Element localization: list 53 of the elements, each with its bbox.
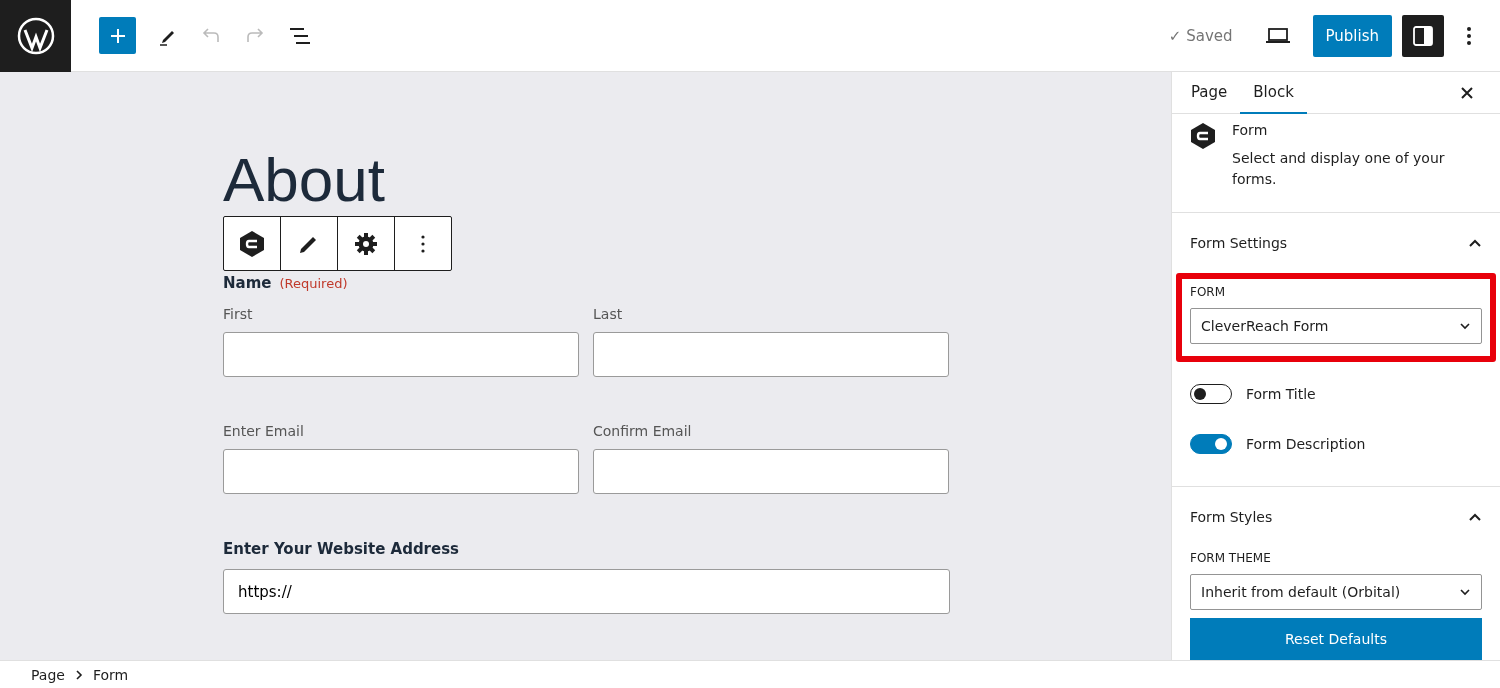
settings-toggle-button[interactable] (1402, 14, 1444, 57)
more-options-icon[interactable] (1466, 25, 1472, 46)
select-label: FORM THEME (1190, 551, 1272, 565)
panel-title: Form Settings (1190, 235, 1288, 251)
more-options-icon[interactable] (421, 234, 425, 253)
toggle-switch[interactable] (1190, 434, 1232, 454)
toggle-switch[interactable] (1190, 384, 1232, 404)
chevron-icon[interactable] (1468, 238, 1482, 248)
toggle-label: Form Description (1246, 436, 1366, 452)
close-icon[interactable] (1460, 85, 1474, 100)
input-field[interactable] (223, 332, 579, 377)
wordpress-logo-icon (16, 17, 55, 55)
panel-header[interactable]: Form Styles (1190, 487, 1482, 547)
theme-select[interactable]: Inherit from default (Orbital) (1190, 574, 1482, 610)
field-label: Name (223, 274, 272, 292)
field-label: Enter Email (223, 423, 305, 439)
sidebar-tab[interactable]: Block (1240, 72, 1307, 114)
field-label: Confirm Email (593, 423, 693, 439)
sidebar-tab[interactable]: Page (1178, 72, 1241, 114)
breadcrumb-link[interactable]: Page (31, 666, 65, 683)
form-block-icon (1190, 122, 1216, 150)
chevron-down-icon (1459, 322, 1471, 330)
saved-status: ✓ Saved (1168, 26, 1233, 45)
input-field[interactable] (593, 449, 949, 494)
required-label: (Required) (279, 276, 348, 291)
laptop-icon[interactable] (1264, 26, 1291, 45)
reset-defaults-button[interactable]: Reset Defaults (1190, 618, 1482, 660)
add-block-button[interactable] (99, 17, 136, 54)
block-description: Select and display one of your forms. (1232, 149, 1446, 189)
breadcrumb-link[interactable]: Form (92, 666, 129, 683)
toggle-label: Form Title (1246, 386, 1316, 402)
list-view-icon[interactable] (288, 26, 312, 45)
settings-icon[interactable] (354, 231, 378, 256)
sidebar-icon (1412, 24, 1434, 47)
field-label: Last (593, 306, 624, 322)
block-title: Form (1232, 122, 1269, 138)
input-field[interactable] (223, 449, 579, 494)
page-heading: About (223, 146, 387, 214)
field-label: Enter Your Website Address (223, 540, 461, 558)
panel-header[interactable]: Form Settings (1190, 213, 1482, 273)
field-label: First (223, 306, 254, 322)
chevron-right-icon (74, 669, 83, 680)
select-label: FORM (1190, 285, 1227, 299)
chevron-down-icon (1459, 588, 1471, 596)
form-block-icon[interactable] (239, 229, 265, 258)
input-field[interactable] (593, 332, 949, 377)
chevron-icon[interactable] (1468, 512, 1482, 522)
form-select[interactable]: CleverReach Form (1190, 308, 1482, 344)
publish-button[interactable]: Publish (1312, 14, 1392, 57)
logo-tile[interactable] (0, 0, 71, 72)
url-field[interactable]: https:// (223, 569, 950, 614)
panel-title: Form Styles (1190, 509, 1273, 525)
plus-icon (108, 26, 127, 45)
